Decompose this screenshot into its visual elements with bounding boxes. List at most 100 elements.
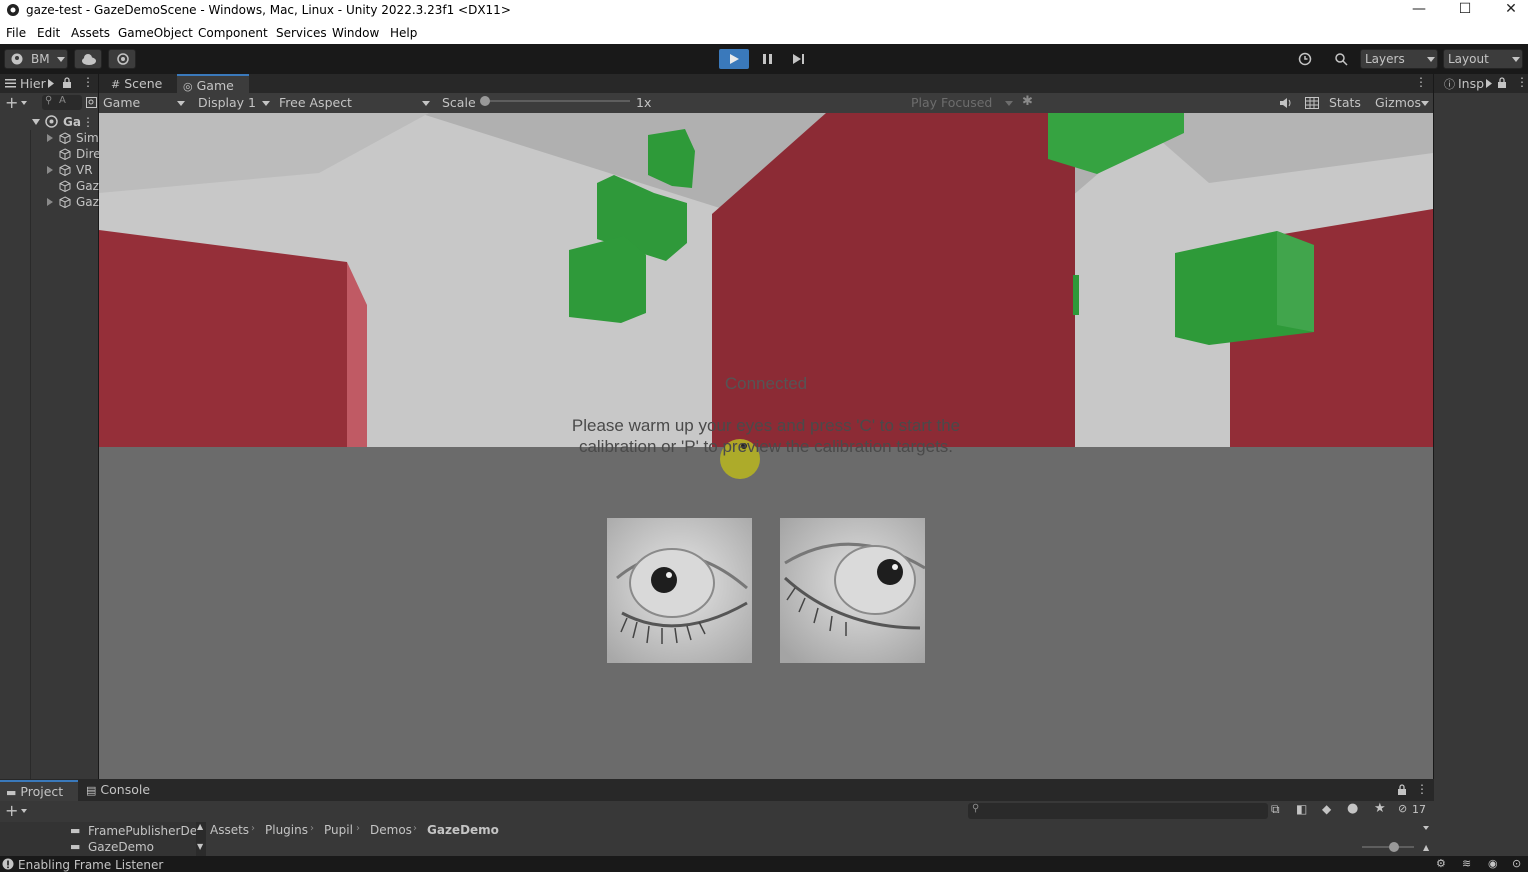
close-button[interactable]: ✕ <box>1488 0 1528 22</box>
chevron-right-icon[interactable] <box>47 198 53 206</box>
layers-dropdown[interactable]: Layers <box>1360 49 1438 69</box>
play-button[interactable] <box>719 49 749 69</box>
breadcrumb-item[interactable]: Demos <box>370 823 412 837</box>
breadcrumb-current[interactable]: GazeDemo <box>427 823 499 837</box>
cache-server-icon[interactable]: ≋ <box>1462 857 1471 870</box>
hierarchy-item[interactable]: Gaz <box>0 194 99 210</box>
icon-size-slider-thumb[interactable] <box>1389 842 1399 852</box>
history-button[interactable] <box>1292 49 1318 69</box>
tab-scene[interactable]: # Scene <box>103 74 169 94</box>
minimize-button[interactable]: — <box>1396 0 1442 22</box>
cloud-button[interactable] <box>74 49 102 69</box>
aspect-dropdown[interactable]: Free Aspect <box>279 94 433 112</box>
search-button[interactable] <box>1328 49 1354 69</box>
window-title-bar: gaze-test - GazeDemoScene - Windows, Mac… <box>0 0 1528 22</box>
scroll-up-icon[interactable]: ▲ <box>1423 843 1429 852</box>
filter-by-label-icon[interactable]: ◆ <box>1322 802 1331 816</box>
hierarchy-item[interactable]: VR <box>0 162 98 178</box>
step-button[interactable] <box>783 49 813 69</box>
warning-filter-icon[interactable]: ● <box>1347 801 1358 816</box>
chevron-down-icon[interactable] <box>1423 826 1429 830</box>
more-options-icon[interactable]: ⋮ <box>1415 75 1427 89</box>
menu-gameobject[interactable]: GameObject <box>118 26 193 40</box>
tab-console-label: Console <box>100 782 151 797</box>
maximize-button[interactable]: ☐ <box>1442 0 1488 22</box>
hierarchy-item-label: Dire <box>76 147 101 161</box>
list-icon <box>5 79 16 88</box>
stats-button[interactable]: Stats <box>1329 94 1361 112</box>
menu-help[interactable]: Help <box>390 26 417 40</box>
pause-button[interactable] <box>752 49 782 69</box>
layout-dropdown[interactable]: Layout <box>1443 49 1523 69</box>
lock-icon[interactable] <box>1497 77 1507 88</box>
add-icon[interactable]: + <box>5 93 18 112</box>
search-by-type-icon[interactable]: ⧉ <box>1271 802 1280 817</box>
tab-project[interactable]: ▬ Project <box>0 780 78 801</box>
red-wall-left <box>99 230 347 447</box>
project-search-input[interactable]: ⚲ <box>968 803 1268 819</box>
more-options-icon[interactable]: ⋮ <box>82 114 94 130</box>
icon-size-slider[interactable] <box>1362 842 1414 852</box>
chevron-down-icon <box>57 57 65 62</box>
grid-icon[interactable] <box>1305 97 1319 109</box>
more-options-icon[interactable]: ⋮ <box>1516 75 1528 89</box>
more-options-icon[interactable]: ⋮ <box>1416 782 1428 796</box>
inspector-tab[interactable]: Insp <box>1458 76 1484 91</box>
menu-edit[interactable]: Edit <box>37 26 60 40</box>
breadcrumb-item[interactable]: Plugins <box>265 823 308 837</box>
chevron-right-icon[interactable] <box>48 79 54 88</box>
game-view[interactable]: Connected Please warm up your eyes and p… <box>99 113 1433 779</box>
scene-row[interactable]: Ga ⋮ <box>0 114 98 130</box>
menu-file[interactable]: File <box>6 26 26 40</box>
progress-icon[interactable]: ⚙ <box>1436 857 1446 870</box>
layers-label: Layers <box>1365 52 1405 66</box>
hierarchy-tab[interactable]: Hier <box>20 76 46 91</box>
gizmos-dropdown[interactable]: Gizmos <box>1375 94 1431 112</box>
lock-icon[interactable] <box>1397 784 1407 795</box>
favorite-icon[interactable]: ★ <box>1374 801 1386 816</box>
status-message[interactable]: Enabling Frame Listener <box>18 858 163 872</box>
folder-tree-scrollbar[interactable]: ▲ ▼ <box>196 822 206 856</box>
play-focused-dropdown[interactable]: Play Focused <box>911 94 1015 112</box>
filter-by-type-icon[interactable]: ◧ <box>1296 802 1307 816</box>
collab-button[interactable] <box>108 49 136 69</box>
menu-assets[interactable]: Assets <box>71 26 110 40</box>
game-mode-dropdown[interactable]: Game <box>103 94 187 112</box>
scroll-up-icon[interactable]: ▲ <box>197 822 203 831</box>
debug-mode-icon[interactable]: ◉ <box>1488 857 1498 870</box>
hierarchy-item[interactable]: Gaz <box>0 178 99 194</box>
scale-slider-thumb[interactable] <box>480 96 490 106</box>
hierarchy-item-label: Sim <box>76 131 99 145</box>
tab-game[interactable]: ◎ Game <box>177 74 249 94</box>
menu-services[interactable]: Services <box>276 26 327 40</box>
hierarchy-item[interactable]: Dire <box>0 146 101 162</box>
account-dropdown[interactable]: BM <box>4 49 68 69</box>
more-options-icon[interactable]: ⋮ <box>82 75 94 89</box>
chevron-down-icon <box>422 101 430 106</box>
chevron-down-icon[interactable] <box>21 101 27 105</box>
chevron-down-icon[interactable] <box>32 118 40 126</box>
breadcrumb-item[interactable]: Assets <box>210 823 249 837</box>
collab-icon <box>117 53 129 65</box>
scroll-down-icon[interactable]: ▼ <box>197 842 203 851</box>
add-icon[interactable]: + <box>5 801 18 820</box>
breadcrumb-item[interactable]: Pupil <box>324 823 353 837</box>
menu-component[interactable]: Component <box>198 26 268 40</box>
display-dropdown[interactable]: Display 1 <box>198 94 272 112</box>
hierarchy-item[interactable]: Sim <box>0 130 99 146</box>
chevron-right-icon[interactable] <box>47 134 53 142</box>
bug-icon[interactable]: ✱ <box>1022 94 1033 109</box>
scene-search-icon[interactable] <box>86 97 97 108</box>
hierarchy-search-input[interactable]: ⚲ A <box>42 95 82 110</box>
scale-slider[interactable] <box>480 96 630 106</box>
chevron-right-icon[interactable] <box>1486 79 1492 88</box>
project-tabbar: ▬ Project ▤ Console ⋮ <box>0 779 1434 801</box>
tab-console[interactable]: ▤ Console <box>86 780 156 801</box>
chevron-right-icon[interactable] <box>47 166 53 174</box>
lock-icon[interactable] <box>62 77 72 88</box>
auto-refresh-icon[interactable]: ⊙ <box>1512 857 1521 870</box>
menu-window[interactable]: Window <box>332 26 379 40</box>
mute-audio-icon[interactable] <box>1279 97 1293 109</box>
hidden-packages-icon[interactable]: ⊘ <box>1398 802 1407 815</box>
chevron-down-icon[interactable] <box>21 809 27 813</box>
